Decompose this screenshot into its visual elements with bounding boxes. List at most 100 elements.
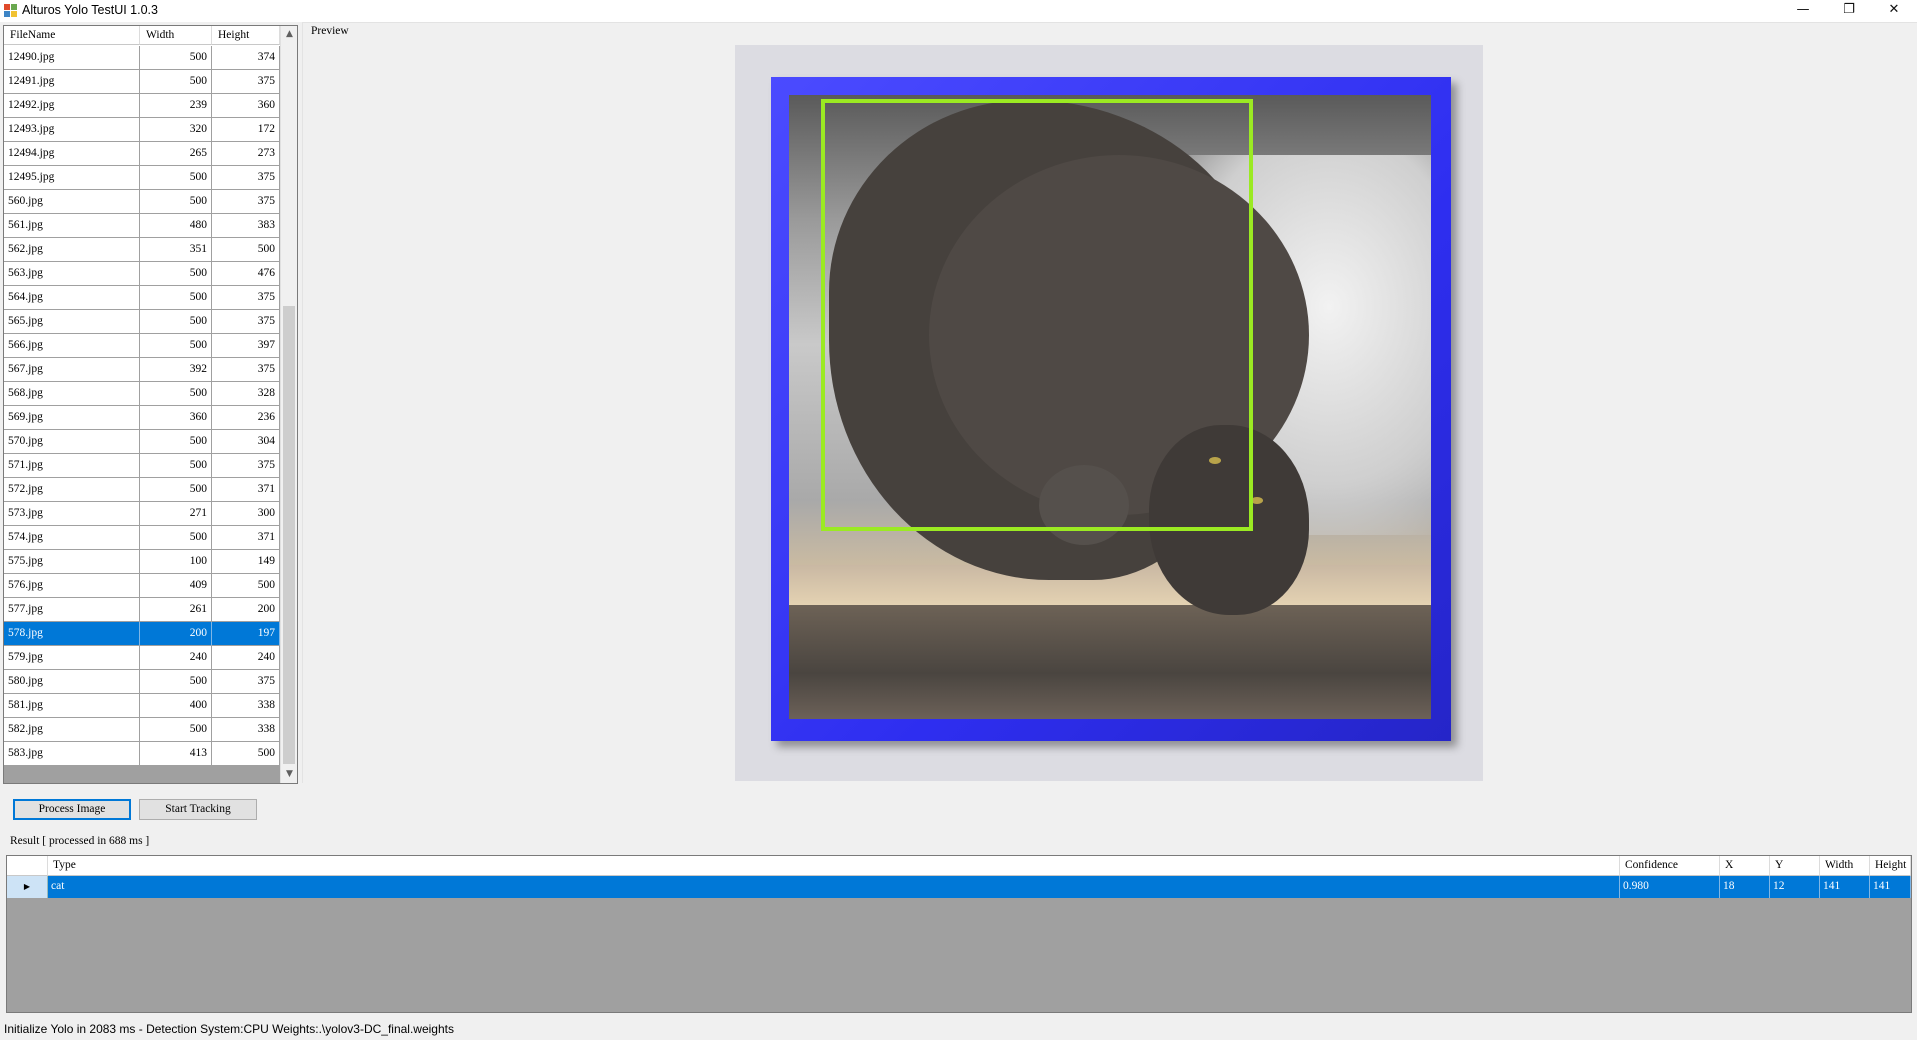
file-row[interactable]: 583.jpg 413 500 <box>4 742 280 766</box>
file-row[interactable]: 12492.jpg 239 360 <box>4 94 280 118</box>
file-name-cell: 12494.jpg <box>4 142 140 166</box>
file-height-cell: 383 <box>212 214 280 238</box>
file-row[interactable]: 567.jpg 392 375 <box>4 358 280 382</box>
file-name-cell: 581.jpg <box>4 694 140 718</box>
file-row[interactable]: 568.jpg 500 328 <box>4 382 280 406</box>
result-header: Type Confidence X Y Width Height <box>7 856 1911 876</box>
file-width-cell: 500 <box>140 478 212 502</box>
file-row[interactable]: 581.jpg 400 338 <box>4 694 280 718</box>
file-name-cell: 570.jpg <box>4 430 140 454</box>
window-title: Alturos Yolo TestUI 1.0.3 <box>22 3 158 17</box>
column-header-confidence[interactable]: Confidence <box>1620 856 1720 876</box>
process-image-button[interactable]: Process Image <box>13 799 131 820</box>
file-height-cell: 371 <box>212 526 280 550</box>
file-name-cell: 12495.jpg <box>4 166 140 190</box>
file-width-cell: 240 <box>140 646 212 670</box>
file-name-cell: 568.jpg <box>4 382 140 406</box>
file-row[interactable]: 575.jpg 100 149 <box>4 550 280 574</box>
file-row[interactable]: 563.jpg 500 476 <box>4 262 280 286</box>
file-name-cell: 578.jpg <box>4 622 140 646</box>
file-width-cell: 500 <box>140 190 212 214</box>
file-row[interactable]: 572.jpg 500 371 <box>4 478 280 502</box>
file-row[interactable]: 582.jpg 500 338 <box>4 718 280 742</box>
file-row[interactable]: 560.jpg 500 375 <box>4 190 280 214</box>
file-width-cell: 500 <box>140 454 212 478</box>
file-row[interactable]: 571.jpg 500 375 <box>4 454 280 478</box>
file-height-cell: 375 <box>212 454 280 478</box>
file-height-cell: 375 <box>212 190 280 214</box>
file-row[interactable]: 12493.jpg 320 172 <box>4 118 280 142</box>
start-tracking-button[interactable]: Start Tracking <box>139 799 257 820</box>
file-name-cell: 580.jpg <box>4 670 140 694</box>
preview-image <box>735 45 1483 781</box>
scroll-up-icon[interactable]: ▲ <box>281 26 297 43</box>
file-row[interactable]: 577.jpg 261 200 <box>4 598 280 622</box>
file-row[interactable]: 12495.jpg 500 375 <box>4 166 280 190</box>
file-height-cell: 375 <box>212 70 280 94</box>
file-height-cell: 273 <box>212 142 280 166</box>
file-height-cell: 371 <box>212 478 280 502</box>
scroll-down-icon[interactable]: ▼ <box>281 766 297 783</box>
file-height-cell: 375 <box>212 310 280 334</box>
detection-bounding-box <box>821 99 1253 531</box>
scroll-thumb[interactable] <box>283 306 295 764</box>
file-row[interactable]: 574.jpg 500 371 <box>4 526 280 550</box>
file-name-cell: 575.jpg <box>4 550 140 574</box>
file-width-cell: 500 <box>140 718 212 742</box>
file-height-cell: 338 <box>212 694 280 718</box>
file-row[interactable]: 12491.jpg 500 375 <box>4 70 280 94</box>
file-name-cell: 571.jpg <box>4 454 140 478</box>
file-name-cell: 561.jpg <box>4 214 140 238</box>
row-indicator-icon[interactable]: ▶ <box>7 876 48 898</box>
column-header-x[interactable]: X <box>1720 856 1770 876</box>
file-row[interactable]: 578.jpg 200 197 <box>4 622 280 646</box>
title-bar: Alturos Yolo TestUI 1.0.3 — ❐ ✕ <box>0 0 1917 22</box>
file-width-cell: 400 <box>140 694 212 718</box>
cat-photo <box>789 95 1431 719</box>
column-header-width[interactable]: Width <box>140 26 212 45</box>
column-header-y[interactable]: Y <box>1770 856 1820 876</box>
file-width-cell: 500 <box>140 166 212 190</box>
file-name-cell: 562.jpg <box>4 238 140 262</box>
file-list-grid[interactable]: FileName Width Height 12490.jpg 500 374 124… <box>3 25 298 784</box>
file-width-cell: 271 <box>140 502 212 526</box>
file-row[interactable]: 565.jpg 500 375 <box>4 310 280 334</box>
column-header-filename[interactable]: FileName <box>4 26 140 45</box>
column-header-height[interactable]: Height <box>1870 856 1911 876</box>
result-x: 18 <box>1720 876 1770 898</box>
file-name-cell: 12491.jpg <box>4 70 140 94</box>
result-width: 141 <box>1820 876 1870 898</box>
file-width-cell: 413 <box>140 742 212 766</box>
result-grid[interactable]: Type Confidence X Y Width Height cat 0.9… <box>6 855 1912 1013</box>
file-row[interactable]: 576.jpg 409 500 <box>4 574 280 598</box>
file-list-scrollbar[interactable]: ▲ ▼ <box>280 26 297 783</box>
preview-label: Preview <box>311 25 349 37</box>
close-button[interactable]: ✕ <box>1871 0 1917 22</box>
app-icon <box>4 4 18 18</box>
file-width-cell: 500 <box>140 334 212 358</box>
file-row[interactable]: 564.jpg 500 375 <box>4 286 280 310</box>
file-row[interactable]: 12490.jpg 500 374 <box>4 46 280 70</box>
file-row[interactable]: 562.jpg 351 500 <box>4 238 280 262</box>
file-name-cell: 563.jpg <box>4 262 140 286</box>
file-row[interactable]: 569.jpg 360 236 <box>4 406 280 430</box>
column-header-height[interactable]: Height <box>212 26 280 45</box>
file-row[interactable]: 12494.jpg 265 273 <box>4 142 280 166</box>
file-row[interactable]: 580.jpg 500 375 <box>4 670 280 694</box>
file-row[interactable]: 566.jpg 500 397 <box>4 334 280 358</box>
file-height-cell: 375 <box>212 166 280 190</box>
file-width-cell: 100 <box>140 550 212 574</box>
file-name-cell: 560.jpg <box>4 190 140 214</box>
restore-button[interactable]: ❐ <box>1826 0 1872 22</box>
file-width-cell: 239 <box>140 94 212 118</box>
file-row[interactable]: 579.jpg 240 240 <box>4 646 280 670</box>
minimize-button[interactable]: — <box>1780 0 1826 22</box>
file-width-cell: 265 <box>140 142 212 166</box>
file-row[interactable]: 561.jpg 480 383 <box>4 214 280 238</box>
file-height-cell: 172 <box>212 118 280 142</box>
column-header-width[interactable]: Width <box>1820 856 1870 876</box>
column-header-type[interactable]: Type <box>48 856 1620 876</box>
file-row[interactable]: 573.jpg 271 300 <box>4 502 280 526</box>
result-row[interactable]: cat 0.980 18 12 141 141 <box>7 876 1911 898</box>
file-row[interactable]: 570.jpg 500 304 <box>4 430 280 454</box>
